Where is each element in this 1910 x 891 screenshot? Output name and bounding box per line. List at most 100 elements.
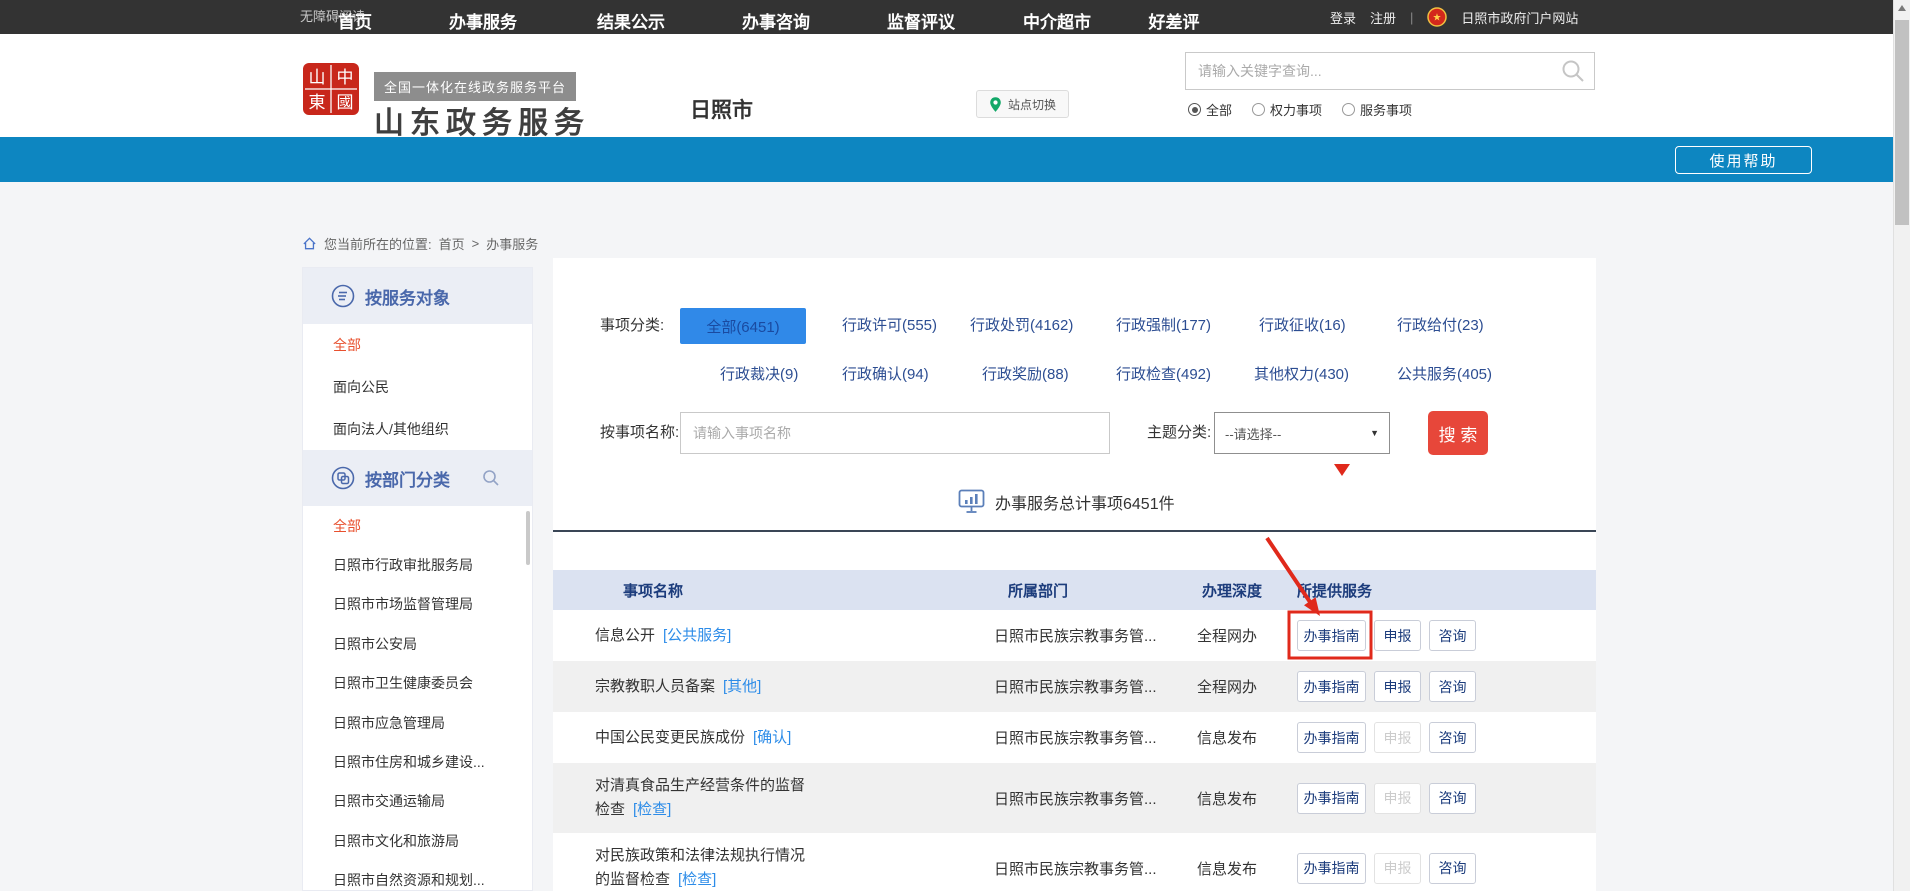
consult-button[interactable]: 咨询	[1429, 671, 1476, 702]
item-name-label: 按事项名称:	[600, 412, 679, 454]
breadcrumb-separator: >	[472, 236, 480, 251]
tab-all[interactable]: 全部(6451)	[680, 308, 806, 344]
search-scope-radios: 全部 权力事项 服务事项	[1188, 100, 1412, 119]
tab-administrative-confirmation[interactable]: 行政确认(94)	[842, 357, 929, 393]
guide-button[interactable]: 办事指南	[1297, 722, 1366, 753]
item-tag-link[interactable]: [其他]	[723, 678, 761, 695]
item-name[interactable]: 宗教教职人员备案	[595, 678, 715, 695]
login-link[interactable]: 登录	[1330, 8, 1356, 27]
tab-administrative-inspection[interactable]: 行政检查(492)	[1116, 357, 1211, 393]
tab-administrative-award[interactable]: 行政奖励(88)	[982, 357, 1069, 393]
divider	[553, 530, 1596, 532]
tab-public-service[interactable]: 公共服务(405)	[1397, 357, 1492, 393]
scroll-up-icon[interactable]	[1898, 5, 1906, 11]
tab-administrative-levy[interactable]: 行政征收(16)	[1259, 308, 1346, 344]
keyword-search-input[interactable]	[1186, 63, 1560, 79]
sidebar-item-all[interactable]: 全部	[303, 324, 532, 366]
item-depth: 全程网办	[1197, 676, 1297, 697]
consult-button[interactable]: 咨询	[1429, 722, 1476, 753]
category-filter-label: 事项分类:	[600, 308, 664, 344]
portal-link[interactable]: 日照市政府门户网站	[1461, 8, 1578, 27]
item-tag-link[interactable]: [确认]	[753, 729, 791, 746]
nav-rating[interactable]: 好差评	[1149, 0, 1200, 45]
dept-item[interactable]: 日照市应急管理局	[303, 703, 532, 742]
dept-item[interactable]: 日照市文化和旅游局	[303, 821, 532, 860]
dept-item[interactable]: 日照市交通运输局	[303, 782, 532, 821]
scrollbar-thumb[interactable]	[1895, 20, 1909, 225]
nav-consult[interactable]: 办事咨询	[742, 0, 810, 45]
search-icon[interactable]	[1560, 58, 1586, 84]
tab-administrative-payment[interactable]: 行政给付(23)	[1397, 308, 1484, 344]
declare-button-disabled: 申报	[1374, 853, 1421, 884]
city-name: 日照市	[690, 94, 753, 124]
svg-text:中: 中	[337, 68, 354, 87]
tab-administrative-license[interactable]: 行政许可(555)	[842, 308, 937, 344]
item-name[interactable]: 对清真食品生产经营条件的监督 检查	[595, 777, 805, 818]
item-tag-link[interactable]: [检查]	[633, 801, 671, 818]
keyword-search-box	[1185, 52, 1595, 90]
radio-all[interactable]: 全部	[1188, 100, 1232, 119]
stats-text: 办事服务总计事项6451件	[995, 490, 1175, 514]
svg-text:山: 山	[309, 68, 326, 87]
dept-item-all[interactable]: 全部	[303, 506, 532, 545]
tab-administrative-penalty[interactable]: 行政处罚(4162)	[970, 308, 1073, 344]
tab-other-powers[interactable]: 其他权力(430)	[1254, 357, 1349, 393]
guide-button[interactable]: 办事指南	[1297, 671, 1366, 702]
sidebar-item-legal-person[interactable]: 面向法人/其他组织	[303, 408, 532, 450]
item-tag-link[interactable]: [公共服务]	[663, 627, 731, 644]
nav-home[interactable]: 首页	[338, 0, 372, 45]
site-switch-button[interactable]: 站点切换	[976, 90, 1069, 118]
page-scrollbar[interactable]	[1893, 0, 1910, 891]
tab-administrative-ruling[interactable]: 行政裁决(9)	[720, 357, 798, 393]
table-row: 中国公民变更民族成份[确认] 日照市民族宗教事务管... 信息发布 办事指南 申…	[553, 712, 1596, 763]
help-button[interactable]: 使用帮助	[1675, 146, 1812, 174]
item-tag-link[interactable]: [检查]	[678, 871, 716, 888]
dept-item[interactable]: 日照市公安局	[303, 624, 532, 663]
stats-line: 办事服务总计事项6451件	[958, 488, 1175, 516]
consult-button[interactable]: 咨询	[1429, 783, 1476, 814]
item-name-input[interactable]	[680, 412, 1110, 454]
declare-button[interactable]: 申报	[1374, 671, 1421, 702]
breadcrumb-home[interactable]: 首页	[439, 234, 465, 253]
dept-item[interactable]: 日照市市场监督管理局	[303, 585, 532, 624]
dept-item[interactable]: 日照市自然资源和规划...	[303, 861, 532, 891]
register-link[interactable]: 注册	[1370, 8, 1396, 27]
nav-supervision[interactable]: 监督评议	[887, 0, 955, 45]
table-row: 信息公开[公共服务] 日照市民族宗教事务管... 全程网办 办事指南 申报 咨询	[553, 610, 1596, 661]
radio-dot	[1252, 103, 1265, 116]
dept-item[interactable]: 日照市卫生健康委员会	[303, 664, 532, 703]
nav-services[interactable]: 办事服务	[449, 0, 517, 45]
sidebar-scrollbar[interactable]	[526, 511, 530, 565]
search-button[interactable]: 搜 索	[1428, 411, 1488, 455]
guide-button[interactable]: 办事指南	[1297, 620, 1366, 651]
item-depth: 信息发布	[1197, 858, 1297, 879]
dept-item[interactable]: 日照市行政审批服务局	[303, 545, 532, 584]
radio-power-items[interactable]: 权力事项	[1252, 100, 1322, 119]
sidebar: 按服务对象 全部 面向公民 面向法人/其他组织 按部门分类 全部 日照市行政审批…	[302, 267, 533, 891]
nav-agency-market[interactable]: 中介超市	[1023, 0, 1091, 45]
guide-button[interactable]: 办事指南	[1297, 853, 1366, 884]
tab-administrative-coercion[interactable]: 行政强制(177)	[1116, 308, 1211, 344]
item-name[interactable]: 信息公开	[595, 627, 655, 644]
consult-button[interactable]: 咨询	[1429, 853, 1476, 884]
col-services: 所提供服务	[1297, 580, 1596, 601]
item-name[interactable]: 中国公民变更民族成份	[595, 729, 745, 746]
nav-results[interactable]: 结果公示	[597, 0, 665, 45]
radio-service-items[interactable]: 服务事项	[1342, 100, 1412, 119]
item-department: 日照市民族宗教事务管...	[994, 676, 1197, 697]
department-search-icon[interactable]	[482, 469, 500, 487]
header	[0, 34, 1893, 137]
site-title: 山东政务服务	[374, 98, 590, 142]
declare-button[interactable]: 申报	[1374, 620, 1421, 651]
dept-item[interactable]: 日照市住房和城乡建设...	[303, 742, 532, 781]
guide-button[interactable]: 办事指南	[1297, 783, 1366, 814]
topbar-divider: |	[1410, 10, 1413, 25]
consult-button[interactable]: 咨询	[1429, 620, 1476, 651]
services-table: 事项名称 所属部门 办理深度 所提供服务 信息公开[公共服务] 日照市民族宗教事…	[553, 570, 1596, 891]
location-pin-icon	[989, 96, 1002, 113]
sidebar-section-department: 按部门分类	[303, 450, 532, 506]
chevron-down-icon: ▼	[1370, 428, 1379, 438]
sidebar-item-citizen[interactable]: 面向公民	[303, 366, 532, 408]
topic-select[interactable]: --请选择-- ▼	[1214, 412, 1390, 454]
col-item-name: 事项名称	[553, 580, 994, 601]
